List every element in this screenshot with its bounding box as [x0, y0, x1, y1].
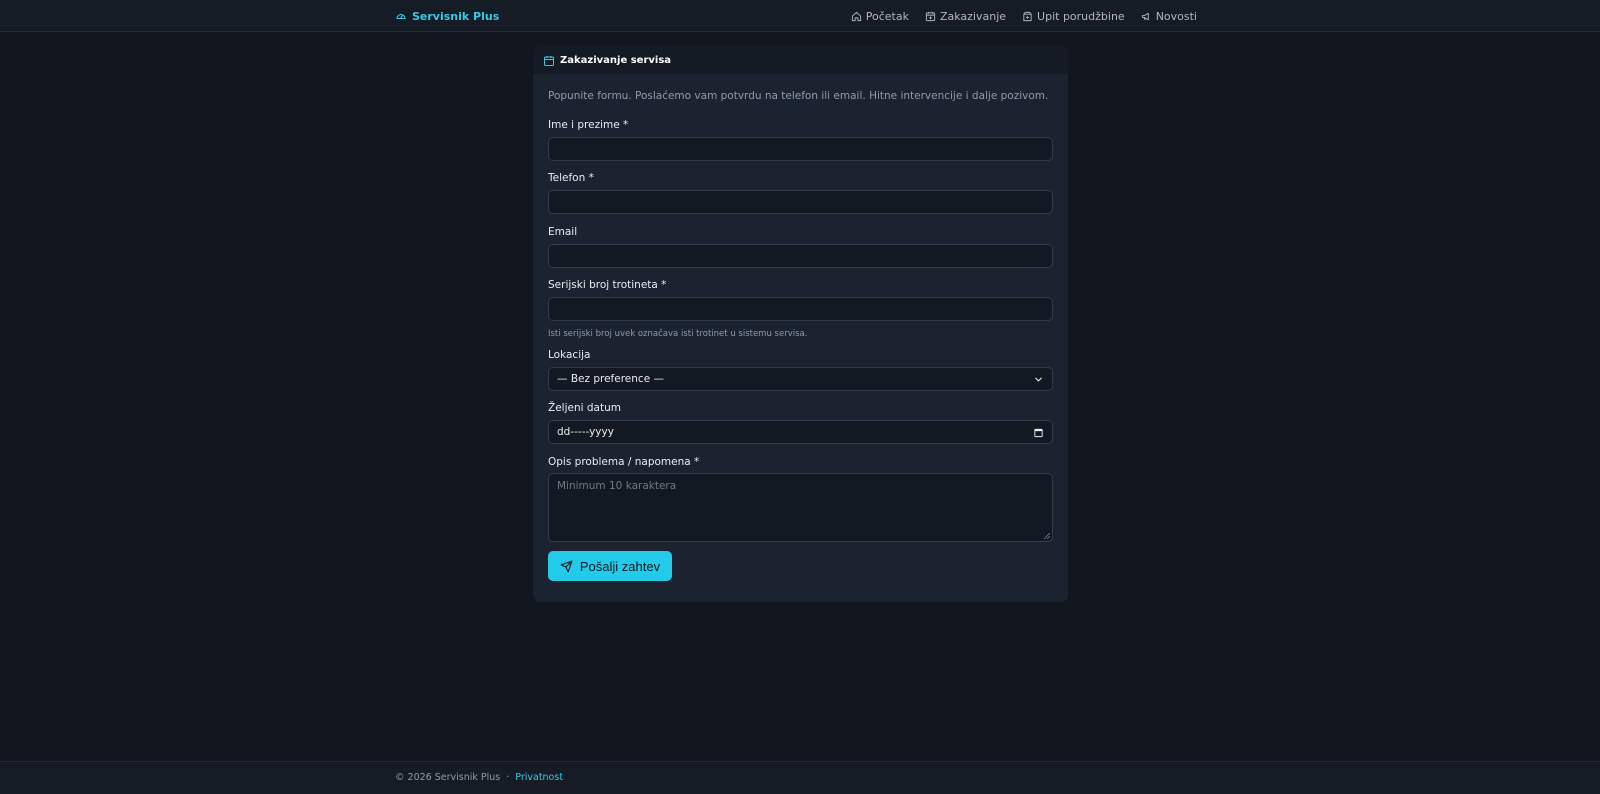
top-navbar: Servisnik Plus Početak Zakazivanje Upit … — [0, 0, 1600, 32]
description-placeholder: Minimum 10 karaktera — [557, 480, 677, 492]
privacy-link[interactable]: Privatnost — [515, 772, 563, 783]
brand-link[interactable]: Servisnik Plus — [395, 8, 499, 24]
send-icon — [560, 560, 573, 572]
nav-item-zakazivanje[interactable]: Zakazivanje — [925, 10, 1006, 23]
chevron-down-icon — [1035, 377, 1042, 382]
gauge-icon — [396, 13, 406, 20]
footer: © 2026 Servisnik Plus · Privatnost — [0, 761, 1600, 794]
nav-item-label: Novosti — [1155, 9, 1197, 23]
resize-handle-icon[interactable] — [1044, 533, 1050, 539]
form-intro: Popunite formu. Poslaćemo vam potvrdu na… — [548, 90, 1049, 102]
serial-input[interactable] — [548, 297, 1053, 321]
description-label: Opis problema / napomena * — [548, 456, 700, 468]
package-icon — [1023, 11, 1032, 21]
phone-input[interactable] — [548, 190, 1053, 214]
copyright-text: © 2026 Servisnik Plus — [395, 772, 501, 783]
location-selected-value: — Bez preference — — [557, 373, 664, 385]
booking-card: Zakazivanje servisa Popunite formu. Posl… — [533, 47, 1068, 602]
calendar-picker-icon[interactable] — [1033, 427, 1044, 438]
calendar-icon — [544, 55, 554, 66]
main-nav: Početak Zakazivanje Upit porudžbine Novo… — [851, 8, 1197, 24]
name-input[interactable] — [548, 137, 1053, 161]
date-placeholder: dd-----yyyy — [557, 426, 614, 438]
location-label: Lokacija — [548, 349, 591, 361]
nav-item-label: Upit porudžbine — [1037, 9, 1125, 23]
megaphone-icon — [1141, 12, 1149, 20]
serial-hint: Isti serijski broj uvek označava isti tr… — [548, 329, 808, 339]
card-header: Zakazivanje servisa — [533, 47, 1068, 74]
nav-item-pocetak[interactable]: Početak — [851, 10, 909, 23]
email-label: Email — [548, 226, 578, 238]
email-input[interactable] — [548, 244, 1053, 268]
serial-label: Serijski broj trotineta * — [548, 279, 667, 291]
name-label: Ime i prezime * — [548, 119, 629, 131]
date-input[interactable]: dd-----yyyy — [548, 420, 1053, 444]
submit-label: Pošalji zahtev — [579, 558, 661, 574]
nav-item-upit-porudzbine[interactable]: Upit porudžbine — [1022, 10, 1125, 23]
nav-item-novosti[interactable]: Novosti — [1141, 10, 1197, 23]
footer-separator: · — [506, 772, 510, 783]
date-label: Željeni datum — [548, 402, 621, 414]
nav-item-label: Početak — [865, 9, 909, 23]
card-title: Zakazivanje servisa — [560, 55, 672, 66]
nav-item-label: Zakazivanje — [939, 9, 1007, 23]
submit-button[interactable]: Pošalji zahtev — [548, 551, 672, 581]
home-icon — [851, 11, 861, 21]
brand-name: Servisnik Plus — [412, 9, 500, 23]
phone-label: Telefon * — [548, 172, 594, 184]
location-select[interactable]: — Bez preference — — [548, 367, 1053, 391]
footer-content: © 2026 Servisnik Plus · Privatnost — [395, 772, 563, 783]
calendar-plus-icon — [925, 11, 936, 21]
description-textarea[interactable]: Minimum 10 karaktera — [548, 473, 1053, 542]
